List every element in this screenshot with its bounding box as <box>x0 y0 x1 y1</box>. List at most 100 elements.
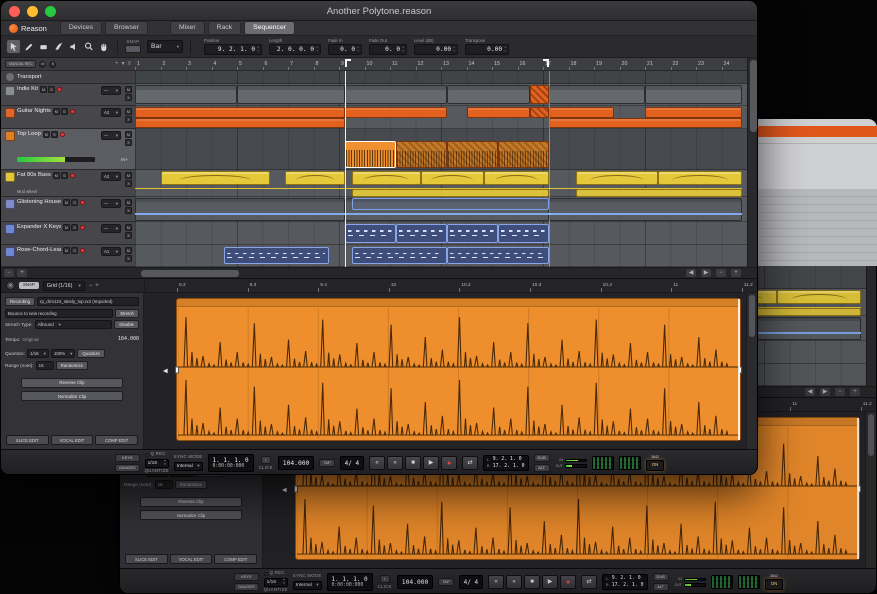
lane-delete-button[interactable]: X <box>125 255 132 262</box>
alt-button[interactable]: ALT <box>534 464 550 472</box>
stop-button[interactable]: ■ <box>405 456 421 470</box>
clip-start-handle[interactable]: ◀ <box>282 487 287 494</box>
reverse-clip-button[interactable]: Reverse Clip <box>140 497 242 507</box>
arrange-clip[interactable] <box>421 171 485 185</box>
zoom-out-icon[interactable]: − <box>89 283 93 289</box>
arrange-clip[interactable] <box>352 198 550 210</box>
tab-slice-edit[interactable]: SLICE EDIT <box>125 554 168 564</box>
keys-button[interactable]: KEYS <box>234 573 259 581</box>
tab-comp-edit[interactable]: COMP EDIT <box>95 435 138 445</box>
record-button[interactable]: ● <box>560 575 576 589</box>
fast-forward-button[interactable]: » <box>387 456 403 470</box>
playhead[interactable] <box>345 71 346 267</box>
manual-rec-button[interactable]: MANUAL REC <box>5 60 36 68</box>
quantize-apply-button[interactable]: Quantize <box>77 349 105 358</box>
lane-delete-button[interactable]: X <box>125 139 132 146</box>
arrange-clip[interactable] <box>467 107 531 118</box>
quantize-value-field[interactable]: 1/16 ▴▾ <box>145 459 169 468</box>
quantize-div-select[interactable]: 1/16▾ <box>27 349 49 358</box>
range-field[interactable]: 16 <box>155 480 173 489</box>
lane-delete-button[interactable]: X <box>125 232 132 239</box>
arrange-clip[interactable] <box>161 171 271 185</box>
randomize-button[interactable]: Randomize <box>56 361 88 370</box>
locator-display[interactable]: L9. 2. 1. 0 R17. 2. 1. 0 <box>483 455 528 472</box>
fast-forward-button[interactable]: » <box>506 575 522 589</box>
rewind-button[interactable]: « <box>369 456 385 470</box>
background-window-fragment[interactable] <box>752 119 877 266</box>
song-position-display[interactable]: 1. 1. 1. 0 0:00:00:000 <box>327 573 373 591</box>
arrange-clip[interactable] <box>135 107 345 118</box>
stepper-icon[interactable]: ▴▾ <box>504 46 506 53</box>
track-target-select[interactable]: —▾ <box>101 86 121 95</box>
arrange-clip[interactable] <box>645 107 742 118</box>
sync-mode-select[interactable]: Internal▾ <box>293 581 322 590</box>
track-row-indie-kit[interactable]: Indie KitMS—▾MX <box>1 84 135 106</box>
close-edit-panel-button[interactable]: ✕ <box>6 281 15 290</box>
arrange-clip[interactable] <box>484 171 549 185</box>
arrange-clip[interactable] <box>396 224 447 243</box>
audio-clip[interactable] <box>176 298 741 441</box>
normalize-clip-button[interactable]: Normalize Clip <box>140 510 242 520</box>
arrange-clip[interactable] <box>135 198 345 221</box>
clip-left-handle[interactable] <box>294 485 298 492</box>
track-target-select[interactable]: A1▾ <box>101 247 121 256</box>
editor-scrollbar-thumb[interactable] <box>868 414 874 456</box>
pointer-tool-icon[interactable] <box>7 40 20 53</box>
nav-sequencer-button[interactable]: Sequencer <box>244 21 295 34</box>
tab-comp-edit[interactable]: COMP EDIT <box>214 554 257 564</box>
edit-ruler[interactable]: 9.29.39.41010.210.310.41111.2 <box>144 279 745 292</box>
range-field[interactable]: 16 <box>36 361 54 370</box>
lane-mute-button[interactable]: M <box>125 199 132 206</box>
recording-button[interactable]: Recording <box>5 297 35 306</box>
zoom-in-icon[interactable]: + <box>850 388 860 396</box>
record-arm-indicator[interactable] <box>80 200 85 205</box>
editor-scrollbar-thumb[interactable] <box>749 295 755 337</box>
zoom-in-icon[interactable]: + <box>731 269 741 277</box>
horizontal-scrollbar-thumb[interactable] <box>141 270 239 277</box>
lane-mute-button[interactable]: M <box>125 131 132 138</box>
click-button[interactable]: ♪ <box>380 575 390 583</box>
stretch-type-select[interactable]: Allround▾ <box>35 320 113 329</box>
nav-devices-button[interactable]: Devices <box>60 21 102 34</box>
click-button[interactable]: ♪ <box>261 456 271 464</box>
scroll-left-icon[interactable]: ◀ <box>686 269 696 277</box>
pencil-tool-icon[interactable] <box>22 40 35 53</box>
bar-ruler[interactable]: 123456789101112131415161718192021222324 <box>135 58 747 71</box>
nav-rack-button[interactable]: Rack <box>208 21 242 34</box>
track-row-glistening-house[interactable]: Glistening HouseMS—▾MX <box>1 197 135 222</box>
master-solo-button[interactable]: S <box>49 61 56 68</box>
arrange-clip[interactable] <box>530 107 549 118</box>
randomize-button[interactable]: Randomize <box>175 480 207 489</box>
track-row-fat-80s-bass[interactable]: Fat 80s BassMSA2▾MXMod wheel <box>1 170 135 197</box>
stepper-icon[interactable]: ▴▾ <box>357 46 359 53</box>
record-arm-indicator[interactable] <box>80 225 85 230</box>
lane-mute-button[interactable]: M <box>125 86 132 93</box>
track-target-select[interactable]: A2▾ <box>101 108 121 117</box>
arrange-clip[interactable] <box>658 171 742 185</box>
nav-mixer-button[interactable]: Mixer <box>170 21 205 34</box>
arrange-lane[interactable] <box>135 71 747 84</box>
mute-tool-icon[interactable] <box>67 40 80 53</box>
zoom-out-icon[interactable]: − <box>716 269 726 277</box>
gauges-button[interactable]: GAUGES <box>115 464 140 472</box>
stepper-icon[interactable]: ▴▾ <box>402 46 404 53</box>
dub-button[interactable]: DUB <box>653 573 669 581</box>
master-mute-button[interactable]: M <box>39 61 46 68</box>
lane-mute-button[interactable]: M <box>125 247 132 254</box>
record-arm-indicator[interactable] <box>70 173 75 178</box>
edit-zoom-controls[interactable]: − + <box>89 283 99 289</box>
menu-icon[interactable]: ≡ <box>127 61 131 67</box>
track-row-top-loop[interactable]: Top LoopMS—▾MXIN+ <box>1 129 135 170</box>
track-mute-button[interactable]: M <box>43 131 50 138</box>
arrange-clip[interactable] <box>224 247 329 264</box>
track-mute-button[interactable]: M <box>53 108 60 115</box>
arrange-clip[interactable] <box>576 189 742 197</box>
record-arm-indicator[interactable] <box>57 87 62 92</box>
lane-mute-button[interactable]: M <box>125 224 132 231</box>
nav-browser-button[interactable]: Browser <box>105 21 148 34</box>
arrange-clip[interactable] <box>549 118 742 128</box>
track-target-select[interactable]: —▾ <box>101 224 121 233</box>
zoom-in-icon[interactable]: + <box>95 283 99 289</box>
stepper-icon[interactable]: ▴▾ <box>453 46 455 53</box>
track-mute-button[interactable]: M <box>63 247 70 254</box>
